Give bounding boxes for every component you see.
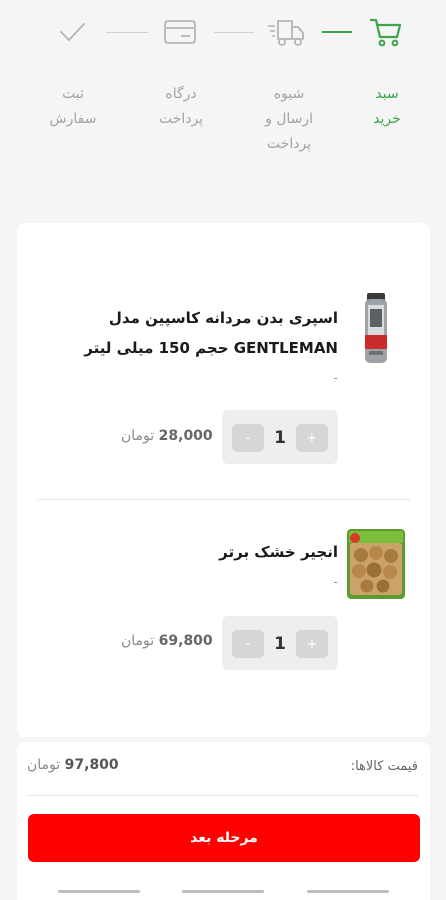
price-amount: 28,000 (158, 428, 213, 444)
summary-divider (27, 795, 418, 796)
total-currency: تومان (27, 757, 61, 773)
order-summary: قیمت کالاها: 97,800 تومان مرحله بعد (17, 742, 430, 900)
step-label-submit: ثبت سفارش (38, 82, 108, 132)
increase-quantity-button[interactable]: + (296, 630, 328, 658)
decrease-quantity-button[interactable]: - (232, 630, 264, 658)
product-name[interactable]: اسپری بدن مردانه کاسپین مدل GENTLEMAN حج… (48, 303, 338, 363)
price-amount: 69,800 (158, 633, 213, 649)
product-image-deodorant[interactable] (347, 291, 405, 367)
step-label-line: درگاه (165, 86, 197, 102)
quantity-stepper: + 1 - (222, 410, 338, 464)
items-price-label: قیمت کالاها: (350, 759, 418, 774)
step-label-line: ارسال و (264, 111, 314, 127)
step-label-line: شیوه (273, 86, 305, 102)
truck-icon (266, 14, 306, 50)
step-label-line: پرداخت (158, 111, 204, 127)
step-label-shipping: شیوه ارسال و پرداخت (254, 82, 324, 157)
step-label-line: پرداخت (266, 136, 312, 152)
step-label-line: سفارش (49, 111, 97, 127)
quantity-value: 1 (274, 634, 286, 654)
step-label-line: سبد (375, 86, 399, 102)
product-variant: - (333, 371, 338, 386)
nav-indicator (182, 890, 264, 893)
product-name[interactable]: انجیر خشک برتر (48, 537, 338, 567)
items-total-price: 97,800 تومان (27, 757, 119, 773)
step-label-cart: سبد خرید (362, 82, 412, 132)
total-amount: 97,800 (64, 757, 119, 773)
step-label-line: ثبت (62, 86, 84, 102)
credit-card-icon (160, 14, 200, 50)
cart-icon[interactable] (366, 14, 406, 50)
price-currency: تومان (121, 428, 155, 444)
checkmark-icon (52, 14, 92, 50)
step-connector (214, 32, 254, 33)
item-divider (37, 499, 410, 500)
increase-quantity-button[interactable]: + (296, 424, 328, 452)
decrease-quantity-button[interactable]: - (232, 424, 264, 452)
step-connector (106, 32, 148, 33)
quantity-stepper: + 1 - (222, 616, 338, 670)
step-label-gateway: درگاه پرداخت (146, 82, 216, 132)
checkout-steps: سبد خرید شیوه ارسال و پرداخت درگاه پرداخ… (0, 0, 446, 200)
product-variant: - (333, 575, 338, 590)
next-step-button[interactable]: مرحله بعد (28, 814, 420, 862)
quantity-value: 1 (274, 428, 286, 448)
price-currency: تومان (121, 633, 155, 649)
item-price: 28,000 تومان (121, 428, 213, 444)
nav-indicator (307, 890, 389, 893)
item-price: 69,800 تومان (121, 633, 213, 649)
cart-items-card: اسپری بدن مردانه کاسپین مدل GENTLEMAN حج… (17, 223, 430, 737)
step-label-line: خرید (373, 111, 401, 127)
product-image-dried-figs[interactable] (347, 529, 405, 599)
step-connector-active (322, 31, 352, 33)
nav-indicator (58, 890, 140, 893)
